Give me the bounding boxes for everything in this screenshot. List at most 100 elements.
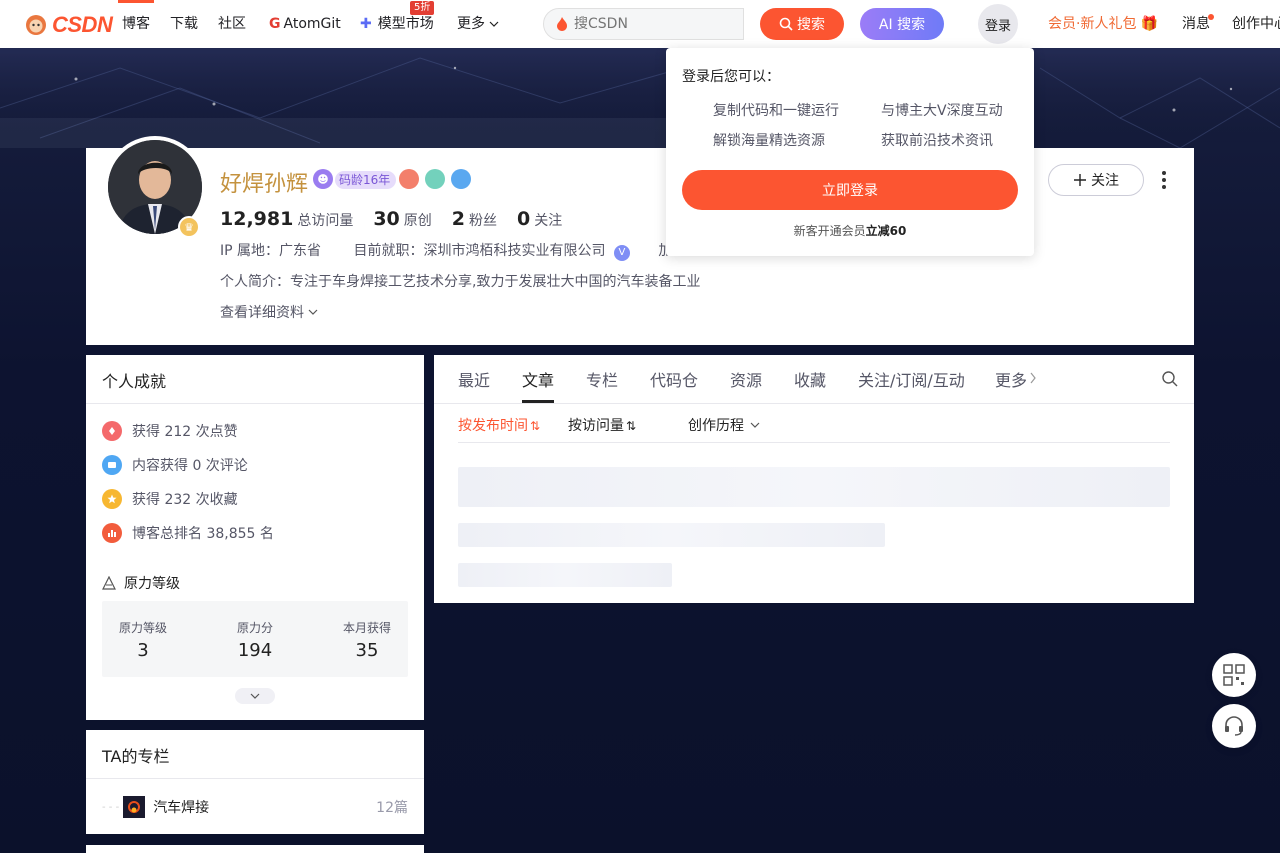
loading-skeleton bbox=[458, 563, 672, 587]
chevron-down-icon bbox=[489, 21, 499, 27]
chevron-down-icon bbox=[750, 422, 760, 428]
popup-feature: 复制代码和一键运行 bbox=[713, 103, 839, 119]
headset-icon bbox=[1225, 716, 1243, 736]
popup-note[interactable]: 新客开通会员立减60 bbox=[666, 222, 1034, 239]
thumbs-up-icon bbox=[102, 421, 122, 441]
tab-recent[interactable]: 最近 bbox=[458, 367, 490, 403]
creation-history-dropdown[interactable]: 创作历程 bbox=[688, 415, 760, 435]
stat-fans-value[interactable]: 2 bbox=[452, 208, 465, 230]
content-tabs-panel: 最近 文章 专栏 代码仓 资源 收藏 关注/订阅/互动 更多 按发布时间 ⇅ 按访… bbox=[434, 355, 1194, 603]
login-popup: 登录后您可以： 复制代码和一键运行 与博主大V深度互动 解锁海量精选资源 获取前… bbox=[666, 48, 1034, 256]
more-options-icon[interactable] bbox=[1158, 164, 1170, 196]
tree-dash: - - - bbox=[102, 801, 120, 813]
stat-visits-value: 12,981 bbox=[220, 208, 294, 230]
sort-arrows-icon: ⇅ bbox=[626, 419, 637, 433]
tab-more-label: 更多 bbox=[995, 371, 1028, 390]
medal-red-icon[interactable] bbox=[399, 169, 419, 189]
follow-button[interactable]: 关注 bbox=[1048, 164, 1144, 196]
column-name: 汽车焊接 bbox=[153, 800, 210, 816]
sort-by-time[interactable]: 按发布时间 ⇅ bbox=[458, 415, 540, 435]
profile-username: 好焊孙辉 bbox=[220, 172, 309, 197]
tab-resources[interactable]: 资源 bbox=[730, 367, 762, 403]
messages-link[interactable]: 消息 bbox=[1182, 0, 1210, 48]
expand-button[interactable] bbox=[235, 688, 275, 704]
level-stat-label: 原力分 bbox=[236, 621, 273, 635]
medal-blue-icon[interactable] bbox=[451, 169, 471, 189]
stat-visits-label: 总访问量 bbox=[297, 213, 354, 229]
nav-atomgit[interactable]: G AtomGit bbox=[269, 0, 341, 48]
creation-history-label: 创作历程 bbox=[688, 418, 744, 434]
stat-original-value[interactable]: 30 bbox=[373, 208, 399, 230]
flame-icon bbox=[557, 17, 567, 31]
medal-green-icon[interactable] bbox=[425, 169, 445, 189]
popup-login-button[interactable]: 立即登录 bbox=[682, 170, 1018, 210]
popup-feature: 与博主大V深度互动 bbox=[881, 103, 1003, 119]
search-icon bbox=[779, 17, 793, 31]
chevron-down-icon bbox=[309, 309, 318, 315]
search-box[interactable] bbox=[543, 8, 744, 40]
weld-spark-icon bbox=[123, 796, 146, 818]
level-stat-label: 本月获得 bbox=[342, 621, 391, 635]
top-navigation-bar: CSDN 博客 下载 社区 G AtomGit ✚ 模型市场 5折 更多 搜索 … bbox=[0, 0, 1280, 48]
level-stat-value: 35 bbox=[355, 640, 379, 661]
tab-more[interactable]: 更多 bbox=[995, 367, 1037, 403]
qr-code-icon bbox=[1223, 664, 1245, 686]
vip-gift-link[interactable]: 会员·新人礼包 🎁 bbox=[1048, 0, 1158, 48]
next-card bbox=[86, 845, 424, 853]
comment-icon bbox=[102, 455, 122, 475]
nav-more[interactable]: 更多 bbox=[457, 0, 499, 48]
login-button[interactable]: 登录 bbox=[978, 4, 1018, 44]
stat-fans-label[interactable]: 粉丝 bbox=[469, 210, 497, 230]
columns-title: TA的专栏 bbox=[102, 747, 170, 766]
nav-blog[interactable]: 博客 bbox=[118, 0, 154, 48]
level-stat: 原力分 194 bbox=[215, 619, 295, 661]
profile-bio: 个人简介：专注于车身焊接工艺技术分享,致力于发展壮大中国的汽车装备工业 bbox=[220, 274, 701, 290]
tab-articles[interactable]: 文章 bbox=[522, 367, 555, 403]
view-details-link[interactable]: 查看详细资料 bbox=[220, 302, 318, 322]
stat-original-label[interactable]: 原创 bbox=[404, 210, 432, 230]
achievements-title: 个人成就 bbox=[102, 372, 167, 391]
model-market-icon: ✚ bbox=[360, 16, 372, 32]
column-item[interactable]: - - - 汽车焊接 12篇 bbox=[102, 796, 408, 818]
view-details-label: 查看详细资料 bbox=[220, 305, 304, 321]
tab-favorites[interactable]: 收藏 bbox=[794, 367, 826, 403]
loading-skeleton bbox=[458, 467, 1170, 507]
tab-follow-subscribe[interactable]: 关注/订阅/互动 bbox=[858, 367, 965, 403]
triangle-level-icon bbox=[102, 576, 116, 590]
code-age-badge: 码龄16年 bbox=[335, 171, 397, 189]
nav-download[interactable]: 下载 bbox=[170, 0, 198, 48]
qr-code-button[interactable] bbox=[1212, 653, 1256, 697]
divider bbox=[458, 442, 1170, 443]
profile-info-line: IP 属地：广东省 目前就职：深圳市鸿栢科技实业有限公司 V 加 bbox=[220, 240, 672, 261]
csdn-logo[interactable]: CSDN bbox=[24, 12, 113, 38]
nav-atomgit-label: AtomGit bbox=[283, 16, 341, 32]
nav-community[interactable]: 社区 bbox=[218, 0, 246, 48]
tab-columns[interactable]: 专栏 bbox=[586, 367, 618, 403]
search-input[interactable] bbox=[574, 16, 724, 32]
columns-card: TA的专栏 - - - 汽车焊接 12篇 bbox=[86, 730, 424, 834]
verified-crown-icon: ♛ bbox=[178, 216, 200, 238]
gift-icon: 🎁 bbox=[1140, 16, 1159, 32]
create-center-link[interactable]: 创作中心 bbox=[1232, 0, 1280, 48]
achievement-likes: 获得 212 次点赞 bbox=[102, 421, 238, 441]
sort-by-views[interactable]: 按访问量 ⇅ bbox=[568, 415, 636, 435]
rank-chart-icon bbox=[102, 523, 122, 543]
force-level-heading: 原力等级 bbox=[102, 573, 180, 593]
loading-skeleton bbox=[458, 523, 885, 547]
achievement-likes-text: 获得 212 次点赞 bbox=[132, 424, 238, 440]
search-icon[interactable] bbox=[1161, 370, 1179, 388]
nav-more-label: 更多 bbox=[457, 16, 485, 32]
profile-stats: 12,981 总访问量 30 原创 2 粉丝 0 关注 bbox=[220, 208, 582, 230]
chevron-right-icon bbox=[1030, 372, 1036, 384]
ai-search-button[interactable]: AI 搜索 bbox=[860, 8, 944, 40]
force-level-box: 原力等级 3 原力分 194 本月获得 35 bbox=[102, 601, 408, 677]
stat-following-label[interactable]: 关注 bbox=[534, 210, 562, 230]
stat-following-value[interactable]: 0 bbox=[517, 208, 530, 230]
tab-code-repo[interactable]: 代码仓 bbox=[650, 367, 698, 403]
verified-v-icon: V bbox=[613, 245, 630, 261]
search-button[interactable]: 搜索 bbox=[760, 8, 844, 40]
customer-service-button[interactable] bbox=[1212, 704, 1256, 748]
sort-by-views-label: 按访问量 bbox=[568, 418, 624, 434]
plus-icon bbox=[1074, 174, 1086, 186]
sort-by-time-label: 按发布时间 bbox=[458, 418, 528, 434]
